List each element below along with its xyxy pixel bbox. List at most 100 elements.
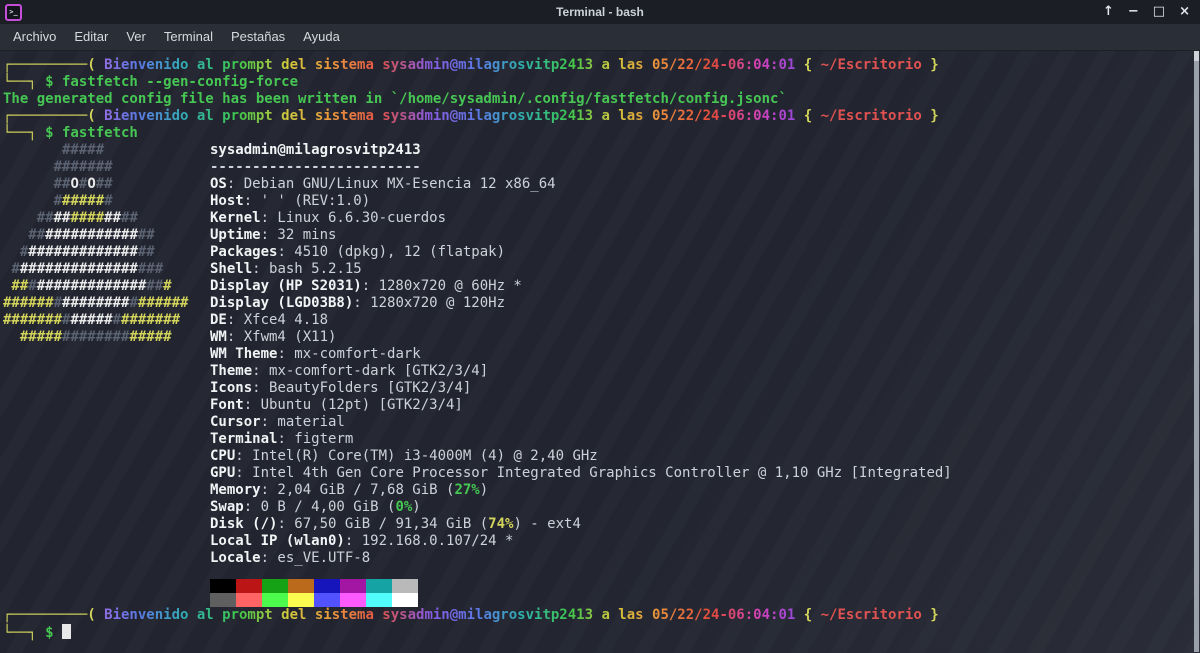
info-label: Shell bbox=[210, 261, 253, 277]
prompt-bracket: ┌─────────( bbox=[3, 57, 96, 73]
info-line: Display (HP S2031): 1280x720 @ 60Hz * bbox=[210, 278, 1200, 295]
prompt-dollar: $ bbox=[36, 625, 63, 641]
info-line: GPU: Intel 4th Gen Core Processor Integr… bbox=[210, 465, 1200, 482]
logo-segment: ############# bbox=[28, 244, 138, 260]
info-line: OS: Debian GNU/Linux MX-Esencia 12 x86_6… bbox=[210, 176, 1200, 193]
logo-segment: ## bbox=[3, 278, 29, 294]
brace-open: { bbox=[803, 607, 813, 623]
info-value: ) - ext4 bbox=[513, 516, 581, 532]
fastfetch-info: sysadmin@milagrosvitp2413 --------------… bbox=[210, 142, 1200, 607]
info-label: Locale bbox=[210, 550, 261, 566]
info-value: : BeautyFolders [GTK2/3/4] bbox=[252, 380, 472, 396]
prompt-path: ~/Escritorio bbox=[812, 607, 931, 623]
logo-segment: ## bbox=[146, 278, 164, 294]
menu-item-pestañas[interactable]: Pestañas bbox=[222, 24, 294, 50]
info-value: : material bbox=[260, 414, 345, 430]
info-value: : Ubuntu (12pt) [GTK2/3/4] bbox=[243, 397, 463, 413]
info-label: Display (LGD03B8) bbox=[210, 295, 354, 311]
menu-item-terminal[interactable]: Terminal bbox=[155, 24, 222, 50]
info-value: : figterm bbox=[277, 431, 354, 447]
minimize-icon[interactable]: − bbox=[1128, 0, 1139, 24]
info-value: : 1280x720 @ 120Hz bbox=[353, 295, 506, 311]
titlebar[interactable]: >_ Terminal - bash ↑ − □ × bbox=[0, 0, 1200, 24]
menu-item-ayuda[interactable]: Ayuda bbox=[294, 24, 349, 50]
logo-segment: # bbox=[112, 312, 122, 328]
info-label: Disk (/) bbox=[210, 516, 278, 532]
terminal-window: >_ Terminal - bash ↑ − □ × Archivo Editar Ver… bbox=[0, 0, 1200, 653]
info-line: Locale: es_VE.UTF-8 bbox=[210, 550, 1200, 567]
info-line: WM Theme: mx-comfort-dark bbox=[210, 346, 1200, 363]
info-label: Cursor bbox=[210, 414, 261, 430]
info-value: : Linux 6.6.30-cuerdos bbox=[260, 210, 447, 226]
menu-item-editar[interactable]: Editar bbox=[65, 24, 117, 50]
info-label: Terminal bbox=[210, 431, 278, 447]
menubar: Archivo Editar Ver Terminal Pestañas Ayuda bbox=[0, 24, 1200, 51]
terminal-screen[interactable]: ┌─────────( Bienvenido al prompt del sis… bbox=[0, 51, 1200, 653]
palette-swatch bbox=[262, 593, 288, 607]
logo-segment: ####### bbox=[3, 159, 113, 175]
info-value: : mx-comfort-dark bbox=[277, 346, 421, 362]
palette-swatch bbox=[392, 593, 418, 607]
info-line: Display (LGD03B8): 1280x720 @ 120Hz bbox=[210, 295, 1200, 312]
info-line: DE: Xfce4 4.18 bbox=[210, 312, 1200, 329]
info-value: : Xfce4 4.18 bbox=[226, 312, 329, 328]
logo-segment: # bbox=[53, 295, 63, 311]
fastfetch-logo: ##### ####### ##O#O## ####### ##########… bbox=[3, 142, 210, 607]
logo-segment: ##### bbox=[129, 329, 172, 345]
palette-swatch bbox=[236, 593, 262, 607]
palette-swatch bbox=[288, 593, 314, 607]
info-line: Memory: 2,04 GiB / 7,68 GiB (27%) bbox=[210, 482, 1200, 499]
logo-segment: ############# bbox=[36, 278, 147, 294]
logo-segment: O bbox=[70, 176, 79, 192]
menu-item-ver[interactable]: Ver bbox=[117, 24, 155, 50]
logo-segment: # bbox=[3, 261, 20, 277]
logo-segment: ##### bbox=[62, 193, 105, 209]
palette-swatch bbox=[314, 579, 340, 593]
brace-open: { bbox=[803, 57, 813, 73]
maximize-icon[interactable]: □ bbox=[1153, 0, 1165, 24]
info-label: Host bbox=[210, 193, 244, 209]
logo-segment: ######## bbox=[62, 295, 130, 311]
logo-segment: ##### bbox=[3, 329, 63, 345]
info-line: Terminal: figterm bbox=[210, 431, 1200, 448]
info-label: Memory bbox=[210, 482, 261, 498]
menu-item-archivo[interactable]: Archivo bbox=[4, 24, 65, 50]
shade-icon[interactable]: ↑ bbox=[1103, 0, 1114, 24]
info-line: Icons: BeautyFolders [GTK2/3/4] bbox=[210, 380, 1200, 397]
prompt-bracket: └──┐ bbox=[3, 125, 37, 141]
palette-swatch bbox=[366, 579, 392, 593]
logo-segment: ## bbox=[53, 210, 71, 226]
info-value: : 1280x720 @ 60Hz * bbox=[361, 278, 522, 294]
prompt-bracket: └──┐ bbox=[3, 625, 37, 641]
scrollbar[interactable] bbox=[1194, 51, 1199, 652]
prompt-line-2: ┌─────────( Bienvenido al prompt del sis… bbox=[3, 108, 1200, 125]
command-line-current[interactable]: └──┐ $ bbox=[3, 624, 1200, 642]
info-value: ) bbox=[412, 499, 421, 515]
command-line-1: └──┐ $ fastfetch --gen-config-force bbox=[3, 74, 1200, 91]
output-line: The generated config file has been writt… bbox=[3, 91, 787, 107]
logo-segment: # bbox=[3, 244, 29, 260]
info-value: : Debian GNU/Linux MX-Esencia 12 x86_64 bbox=[226, 176, 556, 192]
color-palette bbox=[210, 579, 1200, 607]
info-label: DE bbox=[210, 312, 227, 328]
text-cursor bbox=[62, 624, 72, 639]
info-value: : Intel 4th Gen Core Processor Integrate… bbox=[235, 465, 952, 481]
palette-swatch bbox=[288, 579, 314, 593]
info-label: Swap bbox=[210, 499, 244, 515]
logo-segment: ###### bbox=[137, 295, 189, 311]
info-value: : 67,50 GiB / 91,34 GiB ( bbox=[277, 516, 489, 532]
info-value: : 32 mins bbox=[260, 227, 337, 243]
info-value: : 4510 (dpkg), 12 (flatpak) bbox=[277, 244, 506, 260]
info-line: Disk (/): 67,50 GiB / 91,34 GiB (74%) - … bbox=[210, 516, 1200, 533]
palette-swatch bbox=[210, 579, 236, 593]
info-value: : mx-comfort-dark [GTK2/3/4] bbox=[252, 363, 489, 379]
info-value: : Intel(R) Core(TM) i3-4000M (4) @ 2,40 … bbox=[235, 448, 598, 464]
brace-close: } bbox=[930, 108, 939, 124]
info-label: Local IP (wlan0) bbox=[210, 533, 345, 549]
close-icon[interactable]: × bbox=[1179, 0, 1190, 24]
prompt-bracket: ┌─────────( bbox=[3, 108, 96, 124]
prompt-path: ~/Escritorio bbox=[812, 57, 931, 73]
logo-segment: ###### bbox=[3, 295, 54, 311]
palette-swatch bbox=[340, 593, 366, 607]
info-label: OS bbox=[210, 176, 227, 192]
